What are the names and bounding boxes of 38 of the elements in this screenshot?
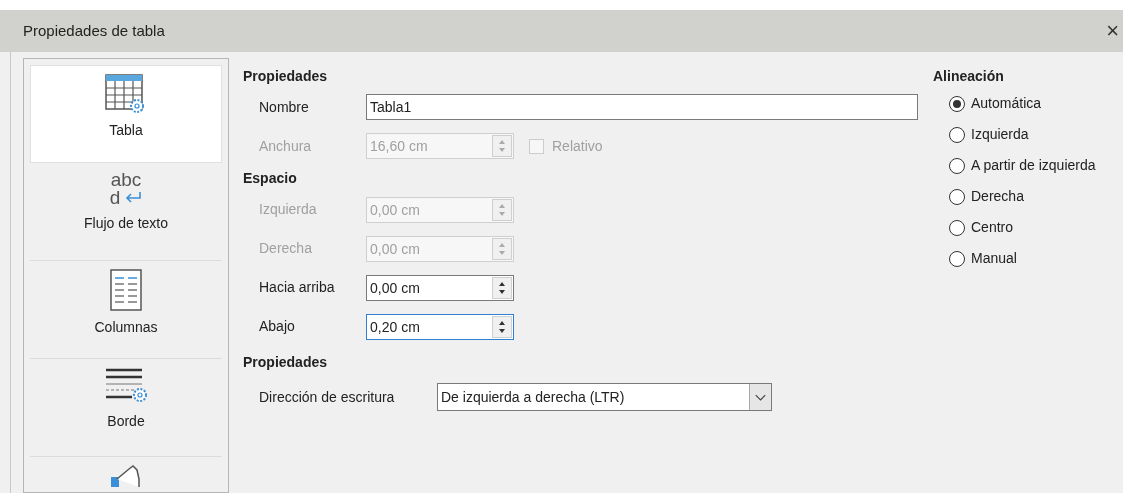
radio-icon[interactable] (949, 95, 965, 112)
field-label: Izquierda (259, 200, 318, 219)
section-heading: Propiedades (243, 353, 329, 372)
radio-option[interactable]: A partir de izquierda (933, 150, 1096, 181)
radio-option[interactable]: Izquierda (933, 119, 1096, 150)
field-label: Dirección de escritura (259, 387, 396, 407)
table-settings-icon (105, 74, 147, 114)
border-settings-icon (104, 367, 148, 405)
close-button[interactable]: × (1106, 20, 1119, 42)
direction-dropdown[interactable]: De izquierda a derecha (LTR) (437, 383, 772, 411)
radio-option[interactable]: Derecha (933, 181, 1096, 212)
radio-option[interactable]: Automática (933, 88, 1096, 119)
sidebar-tab[interactable]: Tabla (30, 65, 222, 163)
radio-icon[interactable] (949, 188, 965, 205)
section-heading: Alineación (933, 67, 1005, 86)
spin-arrows-icon[interactable] (492, 315, 512, 338)
field-label: Abajo (259, 317, 296, 336)
section-heading: Propiedades (243, 67, 329, 86)
columns-icon (110, 269, 142, 311)
radio-icon[interactable] (949, 219, 965, 236)
radio-option[interactable]: Centro (933, 212, 1096, 243)
spin-arrows-icon[interactable] (492, 276, 512, 299)
field-label: Derecha (259, 239, 313, 258)
chevron-down-icon (749, 384, 771, 410)
name-field[interactable]: Tabla1 (366, 94, 918, 120)
radio-icon[interactable] (949, 250, 965, 267)
hand-icon (109, 465, 143, 487)
radio-option[interactable]: Manual (933, 243, 1096, 274)
field-label: Hacia arriba (259, 278, 336, 297)
spin-field[interactable]: 0,00 cm (366, 274, 514, 301)
field-label: Nombre (259, 97, 310, 117)
radio-icon[interactable] (949, 126, 965, 143)
window-title: Propiedades de tabla (23, 20, 165, 41)
section-heading: Espacio (243, 169, 298, 188)
radio-icon[interactable] (949, 157, 965, 174)
spin-field[interactable]: 0,20 cm (366, 313, 514, 340)
checkbox-label: Relativo (552, 136, 603, 156)
field-label: Anchura (259, 136, 313, 156)
